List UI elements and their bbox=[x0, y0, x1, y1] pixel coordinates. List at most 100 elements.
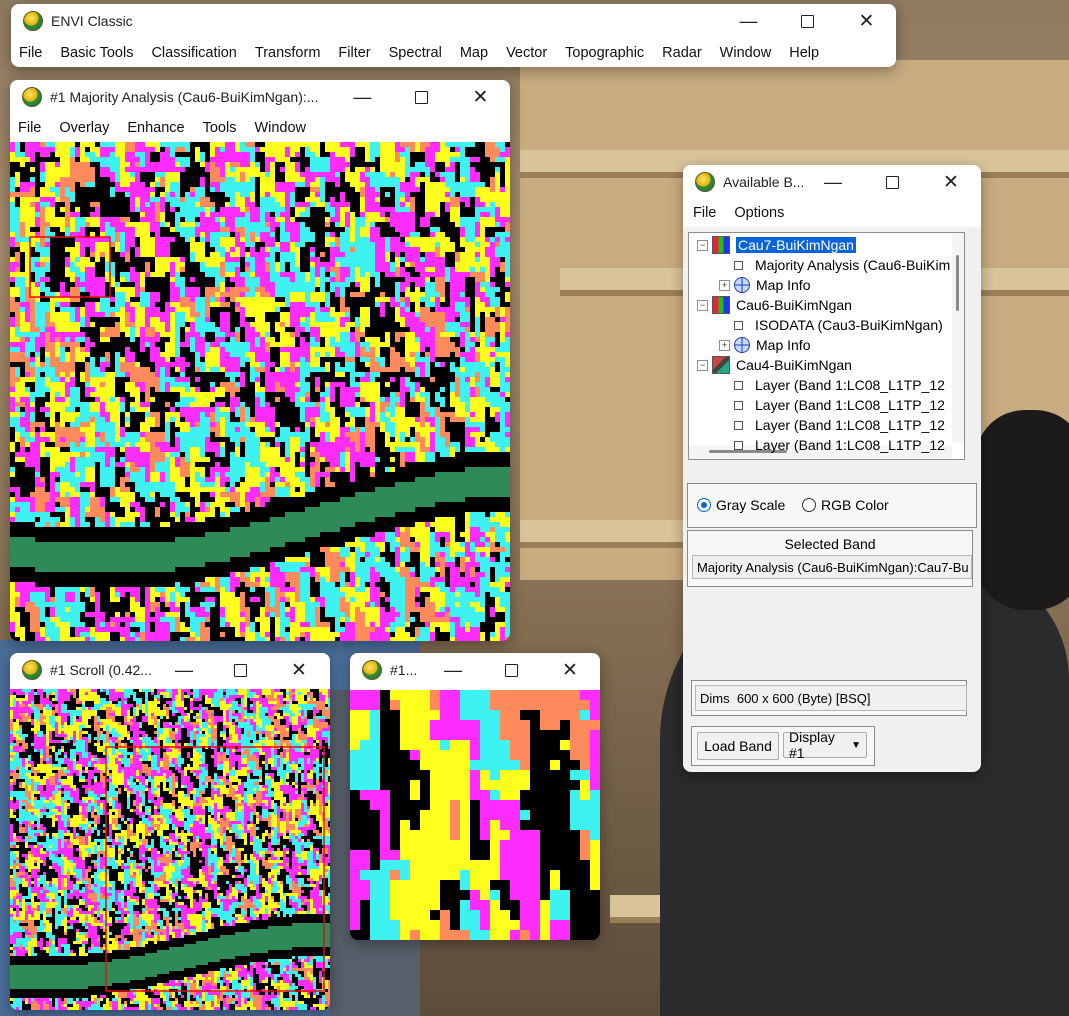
expand-icon[interactable]: + bbox=[719, 339, 730, 351]
menu-map[interactable]: Map bbox=[451, 45, 497, 61]
close-button[interactable]: ✕ bbox=[451, 80, 510, 114]
tree-mapinfo-node[interactable]: + Map Info bbox=[719, 275, 810, 295]
menu-spectral[interactable]: Spectral bbox=[380, 45, 451, 61]
maximize-icon bbox=[504, 663, 518, 677]
selected-band-field: Majority Analysis (Cau6-BuiKimNgan):Cau7… bbox=[692, 555, 972, 579]
collapse-icon[interactable]: − bbox=[697, 239, 708, 251]
minimize-button[interactable]: — bbox=[333, 80, 392, 114]
dims-field: Dims 600 x 600 (Byte) [BSQ] bbox=[695, 685, 967, 711]
tree-node-label: Layer (Band 1:LC08_L1TP_12 bbox=[755, 437, 945, 453]
dims-value: 600 x 600 (Byte) [BSQ] bbox=[737, 691, 871, 706]
menu-file[interactable]: File bbox=[683, 205, 725, 221]
menu-overlay[interactable]: Overlay bbox=[50, 120, 118, 136]
band-leaf-icon bbox=[734, 400, 743, 410]
tree-band-node[interactable]: Layer (Band 1:LC08_L1TP_12 bbox=[719, 375, 945, 395]
band-tree[interactable]: − Cau7-BuiKimNgan Majority Analysis (Cau6-… bbox=[688, 232, 965, 460]
radio-button-checked[interactable] bbox=[697, 498, 711, 512]
menu-vector[interactable]: Vector bbox=[497, 45, 556, 61]
minimize-button[interactable]: — bbox=[156, 653, 212, 687]
band-leaf-icon bbox=[734, 320, 743, 330]
tree-node-label: Cau7-BuiKimNgan bbox=[736, 237, 856, 253]
selected-band-group: Selected Band Majority Analysis (Cau6-Bu… bbox=[687, 530, 973, 587]
globe-icon bbox=[734, 277, 750, 293]
envi-icon bbox=[23, 11, 43, 31]
title-bar[interactable]: #1 Majority Analysis (Cau6-BuiKimNgan):.… bbox=[10, 80, 510, 114]
tree-node-label: Majority Analysis (Cau6-BuiKim bbox=[755, 257, 950, 273]
menu-radar[interactable]: Radar bbox=[653, 45, 711, 61]
rgb-color-radio[interactable]: RGB Color bbox=[802, 497, 889, 513]
menu-options[interactable]: Options bbox=[725, 205, 793, 221]
menu-basic-tools[interactable]: Basic Tools bbox=[51, 45, 142, 61]
chevron-down-icon: ▼ bbox=[851, 740, 861, 751]
tree-band-node[interactable]: Majority Analysis (Cau6-BuiKim bbox=[719, 255, 950, 275]
maximize-button[interactable] bbox=[392, 80, 451, 114]
file-icon bbox=[712, 236, 730, 254]
band-leaf-icon bbox=[734, 380, 743, 390]
title-bar[interactable]: ENVI Classic — ✕ bbox=[11, 4, 896, 38]
menu-tools[interactable]: Tools bbox=[194, 120, 246, 136]
tree-band-node[interactable]: ISODATA (Cau3-BuiKimNgan) bbox=[719, 315, 943, 335]
collapse-icon[interactable]: − bbox=[697, 299, 708, 311]
zoom-window: #1... — ✕ bbox=[350, 653, 600, 940]
tree-node-label: Layer (Band 1:LC08_L1TP_12 bbox=[755, 397, 945, 413]
maximize-icon bbox=[415, 90, 428, 104]
maximize-button[interactable] bbox=[482, 653, 540, 687]
title-bar[interactable]: #1 Scroll (0.42... — ✕ bbox=[10, 653, 330, 687]
close-button[interactable]: ✕ bbox=[268, 653, 330, 687]
title-bar[interactable]: Available B... — ✕ bbox=[683, 165, 981, 199]
minimize-button[interactable]: — bbox=[719, 4, 778, 38]
close-button[interactable]: ✕ bbox=[921, 165, 981, 199]
tree-file-node[interactable]: − Cau7-BuiKimNgan bbox=[697, 235, 856, 255]
classification-image-display[interactable] bbox=[10, 142, 510, 641]
menu-window[interactable]: Window bbox=[711, 45, 781, 61]
tree-node-label: Layer (Band 1:LC08_L1TP_12 bbox=[755, 377, 945, 393]
gray-scale-label: Gray Scale bbox=[716, 497, 785, 513]
expand-icon[interactable]: + bbox=[719, 279, 730, 291]
window-title: #1 Scroll (0.42... bbox=[50, 662, 156, 678]
tree-mapinfo-node[interactable]: + Map Info bbox=[719, 335, 810, 355]
collapse-icon[interactable]: − bbox=[697, 359, 708, 371]
stack-file-icon bbox=[712, 356, 730, 374]
load-band-button[interactable]: Load Band bbox=[697, 732, 779, 760]
display-select[interactable]: Display #1 ▼ bbox=[783, 729, 867, 761]
available-bands-window: Available B... — ✕ File Options − Cau7-Bui… bbox=[683, 165, 981, 772]
menu-file[interactable]: File bbox=[11, 45, 51, 61]
close-button[interactable]: ✕ bbox=[837, 4, 896, 38]
band-leaf-icon bbox=[734, 260, 743, 270]
band-leaf-icon bbox=[734, 440, 743, 450]
scroll-window: #1 Scroll (0.42... — ✕ bbox=[10, 653, 330, 1010]
scroll-thumb[interactable] bbox=[956, 255, 959, 311]
menu-bar: File Options bbox=[683, 199, 981, 227]
maximize-button[interactable] bbox=[778, 4, 837, 38]
gray-scale-radio[interactable]: Gray Scale bbox=[697, 497, 785, 513]
tree-band-node[interactable]: Layer (Band 1:LC08_L1TP_12 bbox=[719, 415, 945, 435]
menu-topographic[interactable]: Topographic bbox=[556, 45, 653, 61]
tree-file-node[interactable]: − Cau4-BuiKimNgan bbox=[697, 355, 852, 375]
raster-svg bbox=[350, 690, 600, 940]
menu-help[interactable]: Help bbox=[780, 45, 828, 61]
tree-file-node[interactable]: − Cau6-BuiKimNgan bbox=[697, 295, 852, 315]
scroll-overview-display[interactable] bbox=[10, 689, 330, 1010]
menu-transform[interactable]: Transform bbox=[246, 45, 330, 61]
zoom-display[interactable] bbox=[350, 690, 600, 940]
maximize-icon bbox=[233, 663, 247, 677]
tree-band-node[interactable]: Layer (Band 1:LC08_L1TP_12 bbox=[719, 395, 945, 415]
menu-file[interactable]: File bbox=[10, 120, 50, 136]
maximize-icon bbox=[885, 175, 899, 189]
load-controls-group: Load Band Display #1 ▼ bbox=[691, 726, 875, 766]
menu-filter[interactable]: Filter bbox=[329, 45, 379, 61]
tree-band-node[interactable]: Layer (Band 1:LC08_L1TP_12 bbox=[719, 435, 945, 455]
close-button[interactable]: ✕ bbox=[540, 653, 600, 687]
title-bar[interactable]: #1... — ✕ bbox=[350, 653, 600, 687]
maximize-button[interactable] bbox=[863, 165, 921, 199]
menu-classification[interactable]: Classification bbox=[142, 45, 245, 61]
radio-button-unchecked[interactable] bbox=[802, 498, 816, 512]
tree-node-label: Map Info bbox=[756, 277, 810, 293]
menu-window[interactable]: Window bbox=[245, 120, 315, 136]
maximize-button[interactable] bbox=[212, 653, 268, 687]
background-person-head bbox=[975, 410, 1069, 610]
vertical-scrollbar[interactable] bbox=[952, 233, 964, 443]
minimize-button[interactable]: — bbox=[424, 653, 482, 687]
menu-enhance[interactable]: Enhance bbox=[118, 120, 193, 136]
minimize-button[interactable]: — bbox=[803, 165, 863, 199]
